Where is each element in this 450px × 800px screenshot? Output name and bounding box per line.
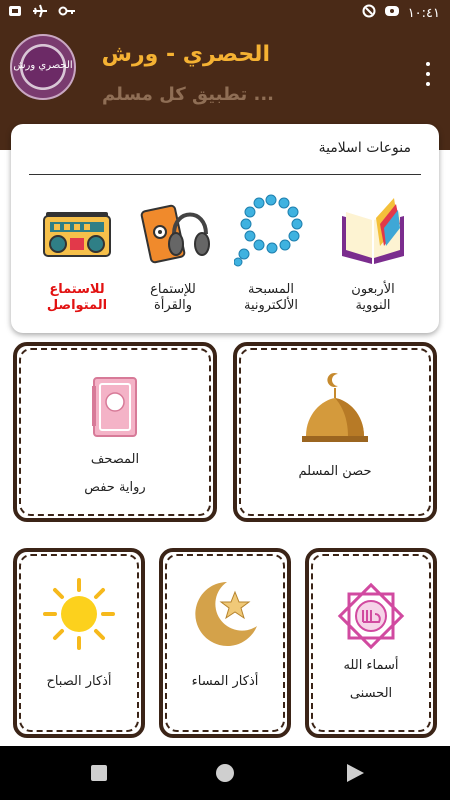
- evening-adhkar-tile[interactable]: أذكار المساء: [159, 548, 291, 738]
- morning-adhkar-tile[interactable]: أذكار الصباح: [13, 548, 145, 738]
- mushaf-tile[interactable]: المصحف رواية حفص: [13, 342, 217, 522]
- home-button[interactable]: [213, 761, 237, 785]
- overflow-menu-icon[interactable]: [422, 62, 434, 86]
- back-button[interactable]: [343, 761, 367, 785]
- hisn-almuslim-label: حصن المسلم: [298, 464, 372, 479]
- continuous-listening-item[interactable]: للاستماع المتواصل: [27, 194, 127, 324]
- app-title: الحصري - ورش: [101, 42, 270, 67]
- app-subtitle: تطبيق كل مسلم ...: [102, 84, 274, 105]
- quran-book-icon: [17, 376, 213, 440]
- allah-name-icon: [309, 578, 433, 654]
- evening-adhkar-label: أذكار المساء: [191, 674, 259, 689]
- asma-alhusna-label: أسماء الله الحسنى: [343, 658, 399, 701]
- electronic-tasbih-item[interactable]: المسبحة الألكترونية: [221, 194, 321, 324]
- hisn-almuslim-tile[interactable]: حصن المسلم: [233, 342, 437, 522]
- electronic-tasbih-label: المسبحة الألكترونية: [243, 282, 299, 313]
- status-left-icons: [8, 4, 76, 22]
- card-title: منوعات اسلامية: [318, 140, 411, 156]
- vpn-icon: [384, 4, 400, 22]
- sun-icon: [17, 578, 141, 650]
- logo-text: الحصري ورش: [13, 60, 73, 71]
- mushaf-label: المصحف رواية حفص: [84, 452, 146, 495]
- app-logo: الحصري ورش: [10, 34, 76, 100]
- prayer-beads-icon: [221, 194, 321, 268]
- asma-alhusna-tile[interactable]: أسماء الله الحسنى: [305, 548, 437, 738]
- system-nav-bar: [0, 746, 450, 800]
- recents-button[interactable]: [87, 761, 111, 785]
- sync-icon: [362, 4, 376, 22]
- status-right-icons: ١٠:٤١: [362, 4, 440, 22]
- cassette-headphones-icon: [123, 194, 223, 268]
- status-time: ١٠:٤١: [407, 5, 440, 21]
- status-bar: ١٠:٤١: [0, 0, 450, 26]
- morning-adhkar-label: أذكار الصباح: [46, 674, 112, 689]
- airplane-icon: [32, 4, 48, 22]
- forty-hadith-label: الأربعون النووية: [351, 282, 395, 313]
- moon-star-icon: [163, 576, 287, 652]
- listen-read-item[interactable]: للإستماع والقرأة: [123, 194, 223, 324]
- islamic-variety-card: منوعات اسلامية الأربعون النووية المسبحة …: [11, 124, 439, 333]
- mosque-dome-icon: [237, 370, 433, 444]
- notification-icon: [8, 4, 22, 22]
- radio-icon: [27, 194, 127, 268]
- book-icon: [323, 194, 423, 268]
- continuous-listening-label: للاستماع المتواصل: [46, 282, 108, 313]
- card-divider: [29, 174, 421, 175]
- forty-hadith-item[interactable]: الأربعون النووية: [323, 194, 423, 324]
- listen-read-label: للإستماع والقرأة: [150, 282, 196, 313]
- key-icon: [58, 4, 76, 22]
